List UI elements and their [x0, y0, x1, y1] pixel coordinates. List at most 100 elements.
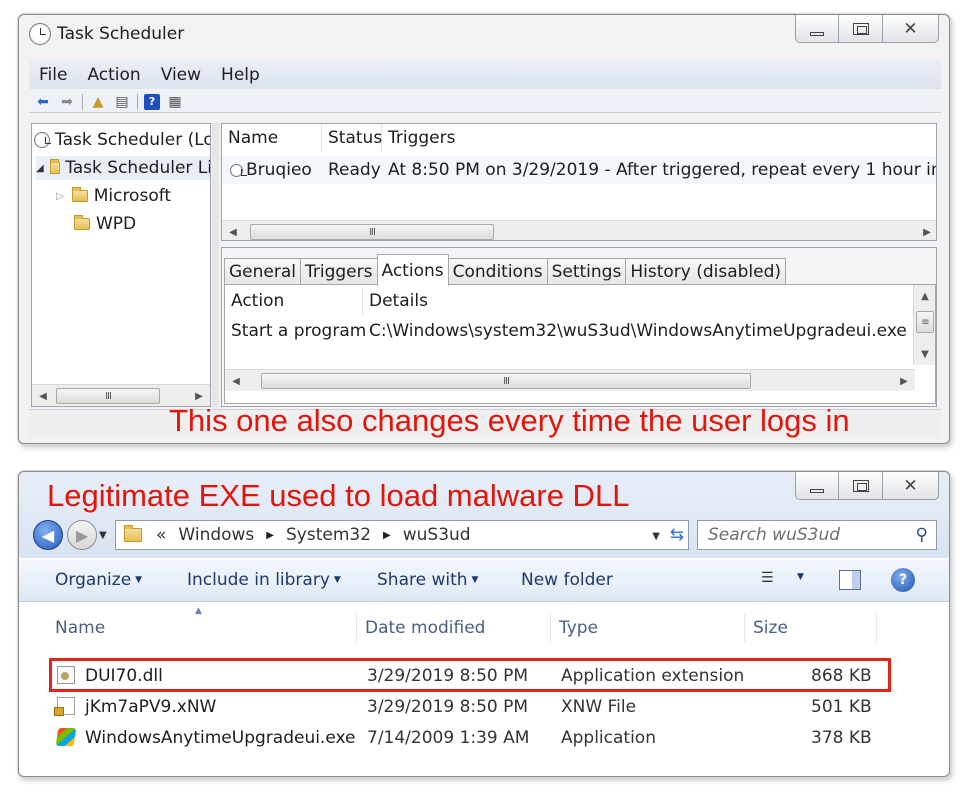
up-folder-icon[interactable]: ▲ — [89, 94, 107, 110]
help-icon[interactable]: ? — [144, 93, 160, 110]
task-list-horizontal-scrollbar[interactable]: ◀ III ▶ — [222, 220, 936, 240]
scroll-left-icon[interactable]: ◀ — [225, 370, 247, 392]
title-bar: Task Scheduler — [29, 23, 184, 45]
close-icon: ✕ — [903, 18, 918, 39]
tab-history[interactable]: History (disabled) — [625, 258, 787, 284]
include-label: Include in library — [187, 570, 330, 590]
column-header-name[interactable]: Name — [222, 124, 322, 152]
scroll-thumb[interactable]: III — [261, 373, 751, 389]
chevron-down-icon[interactable]: ▼ — [652, 531, 660, 542]
minimize-button[interactable] — [795, 472, 839, 500]
scroll-right-icon[interactable]: ▶ — [916, 221, 936, 240]
maximize-button[interactable] — [839, 15, 883, 43]
scroll-thumb[interactable]: III — [56, 388, 160, 404]
breadcrumb-windows[interactable]: Windows — [178, 525, 254, 545]
tab-conditions[interactable]: Conditions — [447, 258, 548, 284]
column-header-date-modified[interactable]: Date modified — [359, 614, 551, 642]
chevron-down-icon[interactable]: ▼ — [797, 572, 804, 582]
chevron-right-icon[interactable]: ▶ — [266, 530, 274, 541]
breadcrumb-overflow[interactable]: « — [156, 525, 166, 545]
address-bar[interactable]: « Windows ▶ System32 ▶ wuS3ud ▼ ⇆ — [115, 520, 689, 550]
clock-icon — [34, 132, 51, 148]
command-bar: Organize ▼ Include in library ▼ Share with… — [19, 560, 949, 602]
help-icon[interactable]: ? — [891, 568, 915, 592]
new-folder-button[interactable]: New folder — [521, 570, 613, 590]
refresh-icon[interactable]: ⇆ — [670, 525, 684, 545]
scroll-down-icon[interactable]: ▼ — [914, 343, 935, 365]
close-button[interactable]: ✕ — [883, 472, 939, 500]
close-button[interactable]: ✕ — [883, 15, 939, 43]
preview-pane-icon[interactable] — [839, 570, 861, 590]
share-with-button[interactable]: Share with ▼ — [377, 570, 478, 590]
actions-horizontal-scrollbar[interactable]: ◀ III ▶ — [225, 369, 915, 391]
scroll-up-icon[interactable]: ▲ — [914, 285, 935, 307]
view-options-icon[interactable]: ☰ — [761, 570, 783, 588]
tab-actions[interactable]: Actions — [376, 254, 449, 286]
menu-view[interactable]: View — [161, 65, 201, 85]
actions-tab-body: Action Details Start a program C:\Window… — [224, 284, 936, 404]
detail-tabs: General Triggers Actions Conditions Sett… — [224, 254, 787, 286]
column-header-type[interactable]: Type — [553, 614, 745, 642]
tree-item-microsoft[interactable]: ▷ Microsoft — [56, 184, 171, 208]
menu-help[interactable]: Help — [221, 65, 260, 85]
tree-item-wpd[interactable]: WPD — [74, 212, 136, 236]
console-tree: Task Scheduler (Loc ◢ Task Scheduler Li … — [31, 123, 211, 407]
organize-button[interactable]: Organize ▼ — [55, 570, 142, 590]
annotation-legit-exe-note: Legitimate EXE used to load malware DLL — [47, 478, 630, 513]
show-pane-icon[interactable]: ▤ — [113, 94, 131, 110]
pane-splitter[interactable] — [212, 123, 219, 407]
file-row-jkm7apv9[interactable]: jKm7aPV9.xNW 3/29/2019 8:50 PM XNW File … — [54, 691, 872, 721]
actions-vertical-scrollbar[interactable]: ▲ ≡ ▼ — [913, 285, 935, 365]
scroll-thumb[interactable]: III — [250, 224, 494, 240]
menu-bar: File Action View Help — [29, 61, 941, 89]
action-details: C:\Windows\system32\wuS3ud\WindowsAnytim… — [369, 321, 907, 341]
file-size: 378 KB — [811, 728, 872, 748]
forward-button[interactable]: ▶ — [67, 520, 97, 550]
minimize-button[interactable] — [795, 15, 839, 43]
tab-triggers[interactable]: Triggers — [300, 258, 378, 284]
explorer-window: Legitimate EXE used to load malware DLL … — [18, 471, 950, 777]
back-arrow-icon: ◀ — [41, 525, 55, 545]
tab-general[interactable]: General — [224, 258, 301, 284]
collapsed-triangle-icon[interactable]: ▷ — [56, 191, 64, 202]
search-input[interactable]: Search wuS3ud ⚲ — [697, 520, 937, 550]
menu-action[interactable]: Action — [87, 65, 140, 85]
column-header-name[interactable]: Name — [49, 614, 357, 642]
restore-icon — [852, 22, 869, 35]
back-button[interactable]: ◀ — [33, 520, 63, 550]
chevron-down-icon: ▼ — [135, 575, 143, 585]
column-header-size[interactable]: Size — [747, 614, 877, 642]
maximize-button[interactable] — [839, 472, 883, 500]
scroll-thumb[interactable]: ≡ — [916, 311, 934, 333]
recent-pages-dropdown[interactable]: ▼ — [99, 530, 107, 541]
column-header-triggers[interactable]: Triggers — [382, 124, 936, 152]
breadcrumb: « Windows ▶ System32 ▶ wuS3ud — [156, 525, 471, 545]
column-header-details[interactable]: Details — [363, 287, 911, 315]
toolbar-separator — [137, 93, 138, 110]
forward-arrow-icon[interactable]: ➡ — [58, 94, 76, 110]
search-icon[interactable]: ⚲ — [916, 525, 928, 545]
expanded-triangle-icon[interactable]: ◢ — [36, 163, 44, 174]
task-status: Ready — [328, 160, 381, 180]
window-title: Task Scheduler — [57, 24, 185, 44]
tree-item-library[interactable]: ◢ Task Scheduler Li — [36, 156, 210, 180]
task-name-cell: Bruqieo — [224, 156, 312, 184]
file-row-windowsanytimeupgradeui[interactable]: WindowsAnytimeUpgradeui.exe 7/14/2009 1:… — [55, 722, 872, 752]
scroll-left-icon[interactable]: ◀ — [222, 221, 244, 240]
breadcrumb-system32[interactable]: System32 — [286, 525, 371, 545]
include-in-library-button[interactable]: Include in library ▼ — [187, 570, 341, 590]
clock-icon — [29, 23, 51, 45]
scroll-right-icon[interactable]: ▶ — [893, 370, 915, 392]
folder-icon — [124, 525, 142, 542]
tree-item-root[interactable]: Task Scheduler (Loc — [34, 128, 210, 152]
menu-file[interactable]: File — [39, 65, 67, 85]
tab-settings[interactable]: Settings — [546, 258, 627, 284]
chevron-right-icon[interactable]: ▶ — [383, 530, 391, 541]
column-header-status[interactable]: Status — [322, 124, 382, 152]
properties-icon[interactable]: ▦ — [166, 94, 184, 110]
back-arrow-icon[interactable]: ⬅ — [34, 94, 52, 110]
column-header-action[interactable]: Action — [225, 287, 363, 315]
annotation-logon-note: This one also changes every time the use… — [169, 403, 850, 438]
breadcrumb-wus3ud[interactable]: wuS3ud — [403, 525, 471, 545]
scroll-left-icon[interactable]: ◀ — [32, 385, 54, 406]
